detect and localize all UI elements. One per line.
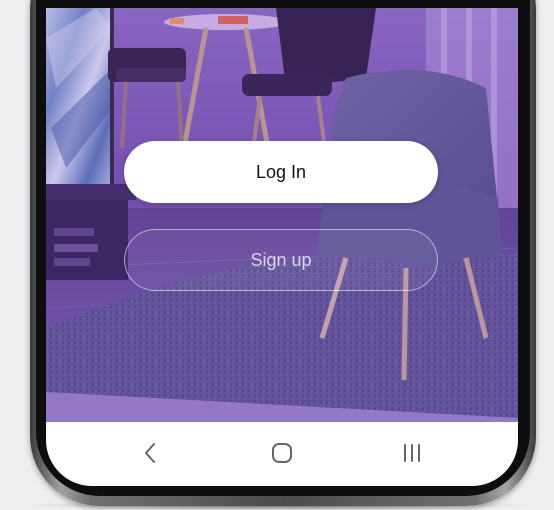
signup-button[interactable]: Sign up xyxy=(124,229,438,291)
nav-back-button[interactable] xyxy=(130,438,170,468)
home-square-icon xyxy=(272,443,292,463)
login-button[interactable]: Log In xyxy=(124,141,438,203)
chevron-left-icon xyxy=(145,443,155,463)
recents-lines-icon xyxy=(404,444,420,462)
nav-home-button[interactable] xyxy=(262,438,302,468)
phone-screen: Log In Sign up xyxy=(46,8,518,486)
living-room-background xyxy=(46,8,518,422)
nav-recents-button[interactable] xyxy=(392,438,432,468)
navigation-bar xyxy=(46,422,518,486)
